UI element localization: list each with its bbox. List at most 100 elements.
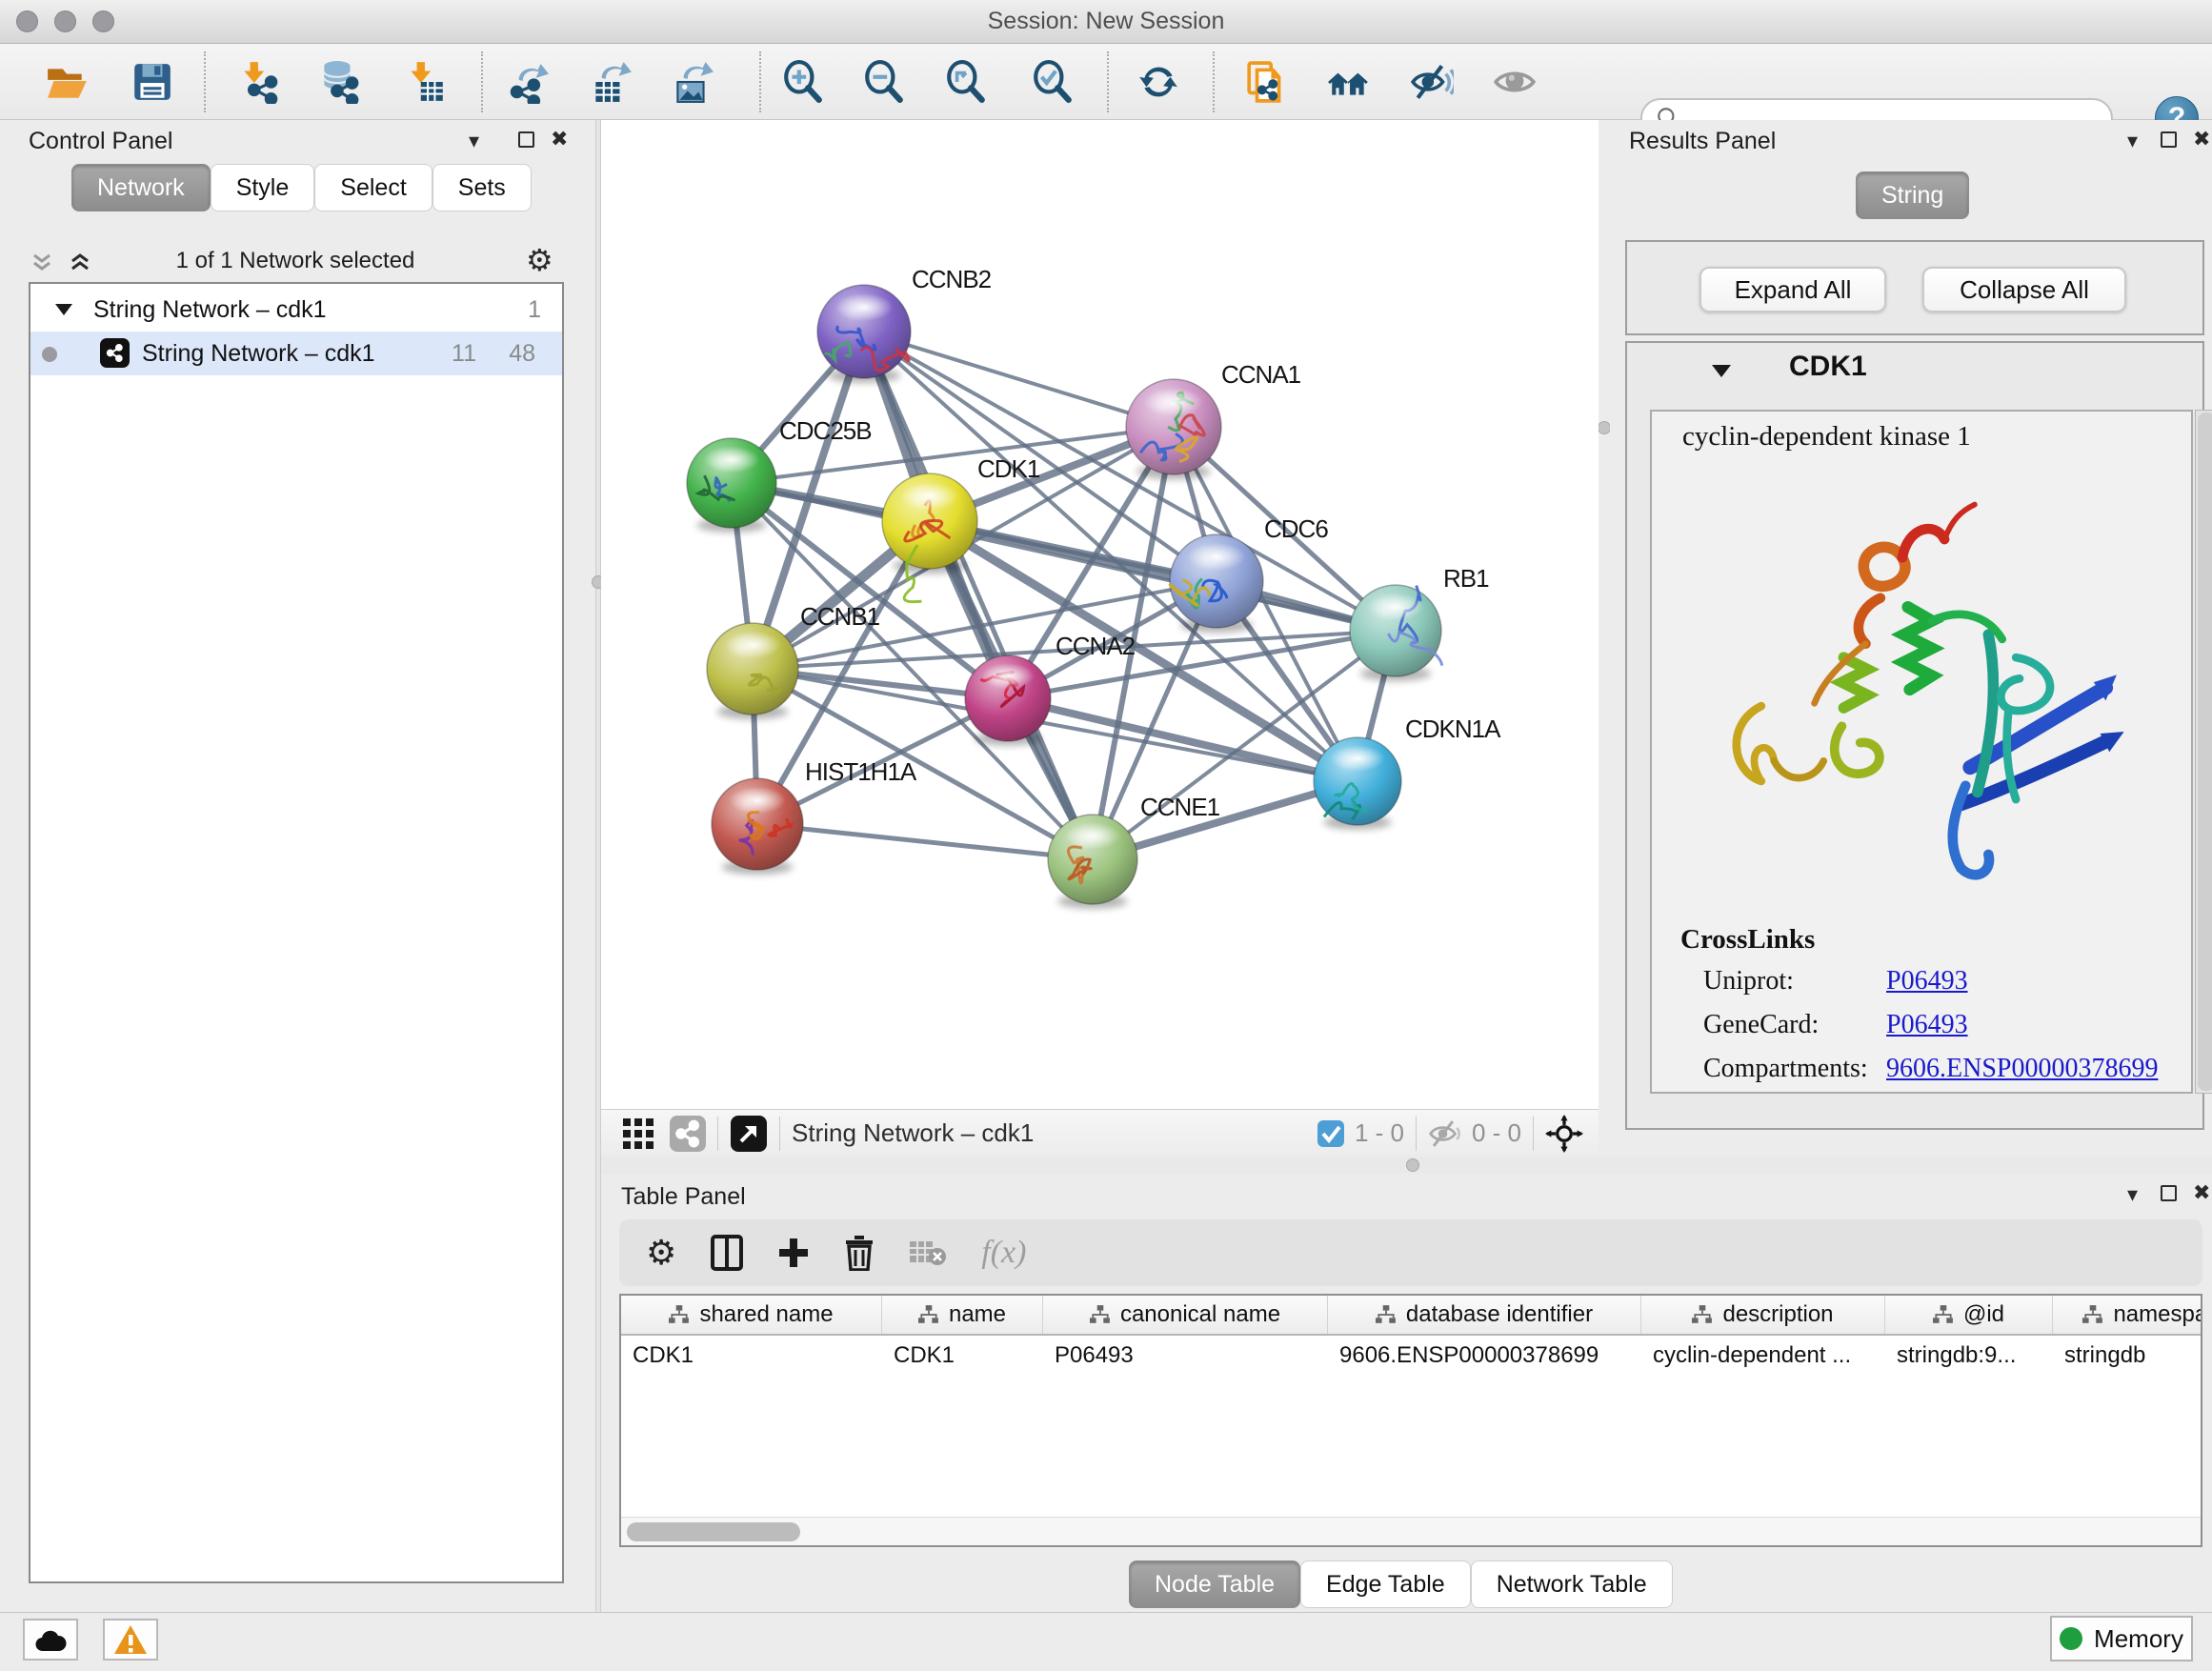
network-options-gear-icon[interactable]: ⚙ bbox=[526, 242, 553, 278]
network-selection-status: 1 of 1 Network selected bbox=[105, 248, 486, 274]
crosslink-link[interactable]: 9606.ENSP00000378699 bbox=[1886, 1054, 2158, 1084]
delete-table-icon[interactable] bbox=[909, 1238, 947, 1267]
show-panel-icon[interactable] bbox=[1488, 55, 1541, 109]
table-options-gear-icon[interactable]: ⚙ bbox=[646, 1234, 676, 1273]
zoom-fit-icon[interactable] bbox=[939, 55, 993, 109]
tab-network[interactable]: Network bbox=[71, 164, 211, 211]
scrollbar-thumb[interactable] bbox=[627, 1522, 800, 1541]
node-label: CCNB1 bbox=[800, 602, 880, 631]
network-view-title: String Network – cdk1 bbox=[792, 1118, 1034, 1148]
table-row[interactable]: CDK1CDK1P064939606.ENSP00000378699cyclin… bbox=[621, 1336, 2201, 1376]
node-label: CDC6 bbox=[1264, 514, 1328, 543]
grid-view-icon[interactable] bbox=[622, 1117, 654, 1150]
network-node-RB1[interactable]: RB1 bbox=[1350, 564, 1489, 681]
network-canvas[interactable]: CCNB2CCNA1CDC25BCDK1CDC6RB1CCNB1CCNA2CDK… bbox=[601, 120, 1599, 1109]
application-window: Session: New Session bbox=[0, 0, 2212, 1671]
column-header--id[interactable]: @id bbox=[1885, 1296, 2053, 1334]
section-expander-icon[interactable] bbox=[1711, 364, 1732, 378]
tab-network-table[interactable]: Network Table bbox=[1471, 1560, 1673, 1608]
collapse-all-networks-icon[interactable] bbox=[30, 253, 53, 272]
show-columns-icon[interactable] bbox=[711, 1235, 743, 1271]
separator bbox=[779, 1117, 780, 1151]
import-database-icon[interactable] bbox=[312, 55, 366, 109]
open-session-icon[interactable] bbox=[40, 55, 93, 109]
cloud-button[interactable] bbox=[23, 1619, 78, 1661]
column-header-canonical-name[interactable]: canonical name bbox=[1043, 1296, 1328, 1334]
maximize-panel-icon[interactable] bbox=[2161, 131, 2177, 148]
tab-string[interactable]: String bbox=[1856, 171, 1969, 219]
float-panel-icon[interactable]: ▾ bbox=[469, 131, 479, 152]
table-cell: P06493 bbox=[1043, 1342, 1328, 1369]
network-node-CCNB1[interactable]: CCNB1 bbox=[707, 602, 880, 719]
network-edge[interactable] bbox=[864, 332, 1174, 427]
maximize-panel-icon[interactable] bbox=[518, 131, 534, 148]
results-scrollbar[interactable] bbox=[2195, 410, 2212, 1094]
crosslink-link[interactable]: P06493 bbox=[1886, 966, 1968, 997]
save-session-icon[interactable] bbox=[126, 55, 179, 109]
expand-all-button[interactable]: Expand All bbox=[1699, 267, 1886, 312]
float-panel-icon[interactable]: ▾ bbox=[2127, 131, 2138, 152]
tab-sets[interactable]: Sets bbox=[432, 164, 532, 211]
tab-node-table[interactable]: Node Table bbox=[1129, 1560, 1300, 1608]
network-row[interactable]: String Network – cdk1 11 48 bbox=[30, 332, 562, 375]
column-header-namespace[interactable]: namespace bbox=[2053, 1296, 2202, 1334]
hide-panel-icon[interactable] bbox=[1405, 55, 1458, 109]
results-panel-splitter[interactable] bbox=[1599, 120, 1610, 1157]
close-panel-icon[interactable]: ✖ bbox=[2193, 130, 2210, 151]
export-network-icon[interactable] bbox=[500, 55, 553, 109]
close-panel-icon[interactable]: ✖ bbox=[2193, 1183, 2210, 1204]
warnings-button[interactable] bbox=[103, 1619, 158, 1661]
column-header-database-identifier[interactable]: database identifier bbox=[1328, 1296, 1641, 1334]
node-label: RB1 bbox=[1443, 564, 1489, 593]
splitter-grip[interactable] bbox=[1598, 421, 1611, 434]
import-network-icon[interactable] bbox=[232, 55, 286, 109]
table-horizontal-scrollbar[interactable] bbox=[621, 1517, 2201, 1545]
maximize-panel-icon[interactable] bbox=[2161, 1185, 2177, 1201]
network-collection-row[interactable]: String Network – cdk1 1 bbox=[30, 288, 562, 332]
column-header-description[interactable]: description bbox=[1641, 1296, 1885, 1334]
splitter-grip[interactable] bbox=[1406, 1158, 1419, 1172]
first-neighbors-icon[interactable] bbox=[1322, 55, 1376, 109]
import-table-icon[interactable] bbox=[399, 55, 452, 109]
tab-select[interactable]: Select bbox=[314, 164, 432, 211]
network-node-CDC6[interactable]: CDC6 bbox=[1170, 514, 1328, 633]
column-type-icon bbox=[1933, 1305, 1954, 1324]
network-node-CCNB2[interactable]: CCNB2 bbox=[817, 265, 992, 383]
network-overview-icon[interactable] bbox=[670, 1116, 706, 1152]
tab-style[interactable]: Style bbox=[211, 164, 315, 211]
delete-column-icon[interactable] bbox=[844, 1235, 875, 1271]
crosslink-row: GeneCard:P06493 bbox=[1703, 1010, 2180, 1040]
expand-all-networks-icon[interactable] bbox=[69, 253, 91, 272]
column-header-name[interactable]: name bbox=[882, 1296, 1043, 1334]
hidden-eye-icon[interactable] bbox=[1428, 1118, 1464, 1149]
detach-view-icon[interactable] bbox=[730, 1115, 768, 1153]
memory-button[interactable]: Memory bbox=[2050, 1616, 2193, 1661]
birdseye-toggle-icon[interactable] bbox=[1545, 1115, 1583, 1153]
add-column-icon[interactable] bbox=[777, 1237, 810, 1269]
toolbar-separator bbox=[759, 51, 761, 112]
export-table-icon[interactable] bbox=[583, 55, 636, 109]
network-type-icon bbox=[100, 338, 130, 368]
tree-expander-icon[interactable] bbox=[54, 303, 73, 316]
network-node-CDC25B[interactable]: CDC25B bbox=[687, 416, 872, 533]
column-header-shared-name[interactable]: shared name bbox=[621, 1296, 882, 1334]
export-image-icon[interactable] bbox=[665, 55, 718, 109]
crosslink-link[interactable]: P06493 bbox=[1886, 1010, 1968, 1040]
refresh-icon[interactable] bbox=[1132, 55, 1185, 109]
zoom-in-icon[interactable] bbox=[776, 55, 830, 109]
copy-style-icon[interactable] bbox=[1240, 55, 1294, 109]
float-panel-icon[interactable]: ▾ bbox=[2127, 1185, 2138, 1206]
node-label: CCNB2 bbox=[912, 265, 992, 293]
node-table: shared namenamecanonical namedatabase id… bbox=[619, 1294, 2202, 1547]
collapse-all-button[interactable]: Collapse All bbox=[1922, 267, 2126, 312]
zoom-selected-icon[interactable] bbox=[1026, 55, 1079, 109]
tab-edge-table[interactable]: Edge Table bbox=[1300, 1560, 1471, 1608]
selected-checkbox-icon[interactable] bbox=[1317, 1119, 1345, 1148]
table-header-row: shared namenamecanonical namedatabase id… bbox=[621, 1296, 2201, 1336]
close-panel-icon[interactable]: ✖ bbox=[551, 130, 568, 151]
function-builder-icon[interactable]: f(x) bbox=[981, 1235, 1026, 1271]
zoom-out-icon[interactable] bbox=[857, 55, 911, 109]
network-node-HIST1H1A[interactable]: HIST1H1A bbox=[712, 757, 917, 875]
crosslinks-title: CrossLinks bbox=[1680, 924, 1815, 956]
network-node-CDKN1A[interactable]: CDKN1A bbox=[1314, 715, 1501, 830]
